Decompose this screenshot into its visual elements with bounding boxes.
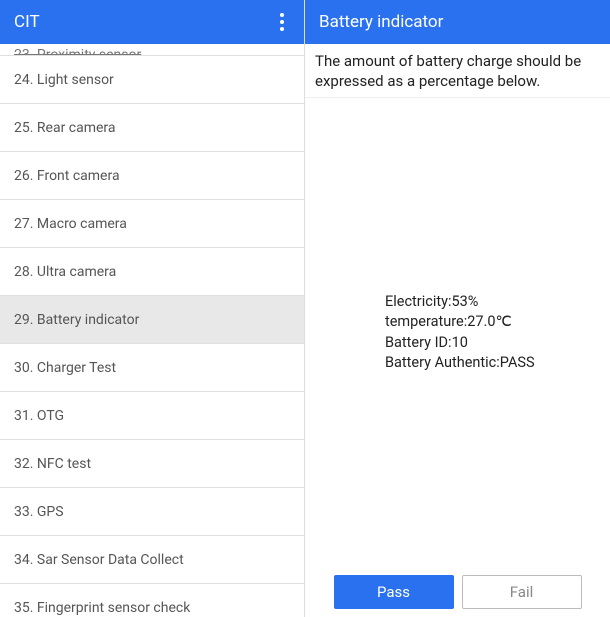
list-item-label: 29. Battery indicator (14, 312, 139, 328)
battery-stats: Electricity:53% temperature:27.0℃ Batter… (305, 98, 610, 567)
cit-list-panel: CIT 23. Proximity sensor 24. Light sensor… (0, 0, 305, 617)
list-item[interactable]: 26. Front camera (0, 152, 304, 200)
battery-indicator-panel: Battery indicator The amount of battery … (305, 0, 610, 617)
cit-title: CIT (14, 12, 40, 32)
list-item-label: 32. NFC test (14, 456, 91, 472)
list-item[interactable]: 32. NFC test (0, 440, 304, 488)
list-item[interactable]: 33. GPS (0, 488, 304, 536)
list-item[interactable]: 23. Proximity sensor (0, 44, 304, 56)
list-item-label: 31. OTG (14, 408, 64, 424)
list-item[interactable]: 34. Sar Sensor Data Collect (0, 536, 304, 584)
list-item-label: 23. Proximity sensor (14, 47, 141, 56)
list-item-label: 35. Fingerprint sensor check (14, 600, 190, 616)
list-item-label: 28. Ultra camera (14, 264, 116, 280)
list-item-label: 27. Macro camera (14, 216, 127, 232)
list-item[interactable]: 29. Battery indicator (0, 296, 304, 344)
stat-battery-id: Battery ID:10 (385, 333, 600, 353)
stat-electricity: Electricity:53% (385, 292, 600, 312)
overflow-menu-icon[interactable] (274, 7, 290, 37)
list-item[interactable]: 25. Rear camera (0, 104, 304, 152)
list-item-label: 33. GPS (14, 504, 64, 520)
list-item-label: 34. Sar Sensor Data Collect (14, 552, 184, 568)
list-item[interactable]: 28. Ultra camera (0, 248, 304, 296)
list-item-label: 26. Front camera (14, 168, 120, 184)
detail-title: Battery indicator (319, 12, 443, 32)
result-buttons: Pass Fail (305, 567, 610, 617)
list-item[interactable]: 27. Macro camera (0, 200, 304, 248)
cit-test-list: 23. Proximity sensor 24. Light sensor 25. … (0, 44, 304, 617)
stat-battery-authentic: Battery Authentic:PASS (385, 353, 600, 373)
cit-header: CIT (0, 0, 304, 44)
list-item-label: 25. Rear camera (14, 120, 116, 136)
fail-button[interactable]: Fail (462, 575, 582, 609)
detail-prompt: The amount of battery charge should be e… (305, 44, 610, 98)
list-item-label: 30. Charger Test (14, 360, 116, 376)
list-item[interactable]: 24. Light sensor (0, 56, 304, 104)
pass-button[interactable]: Pass (334, 575, 454, 609)
list-item-label: 24. Light sensor (14, 72, 114, 88)
stat-temperature: temperature:27.0℃ (385, 312, 600, 332)
detail-header: Battery indicator (305, 0, 610, 44)
list-item[interactable]: 31. OTG (0, 392, 304, 440)
list-item[interactable]: 30. Charger Test (0, 344, 304, 392)
list-item[interactable]: 35. Fingerprint sensor check (0, 584, 304, 617)
